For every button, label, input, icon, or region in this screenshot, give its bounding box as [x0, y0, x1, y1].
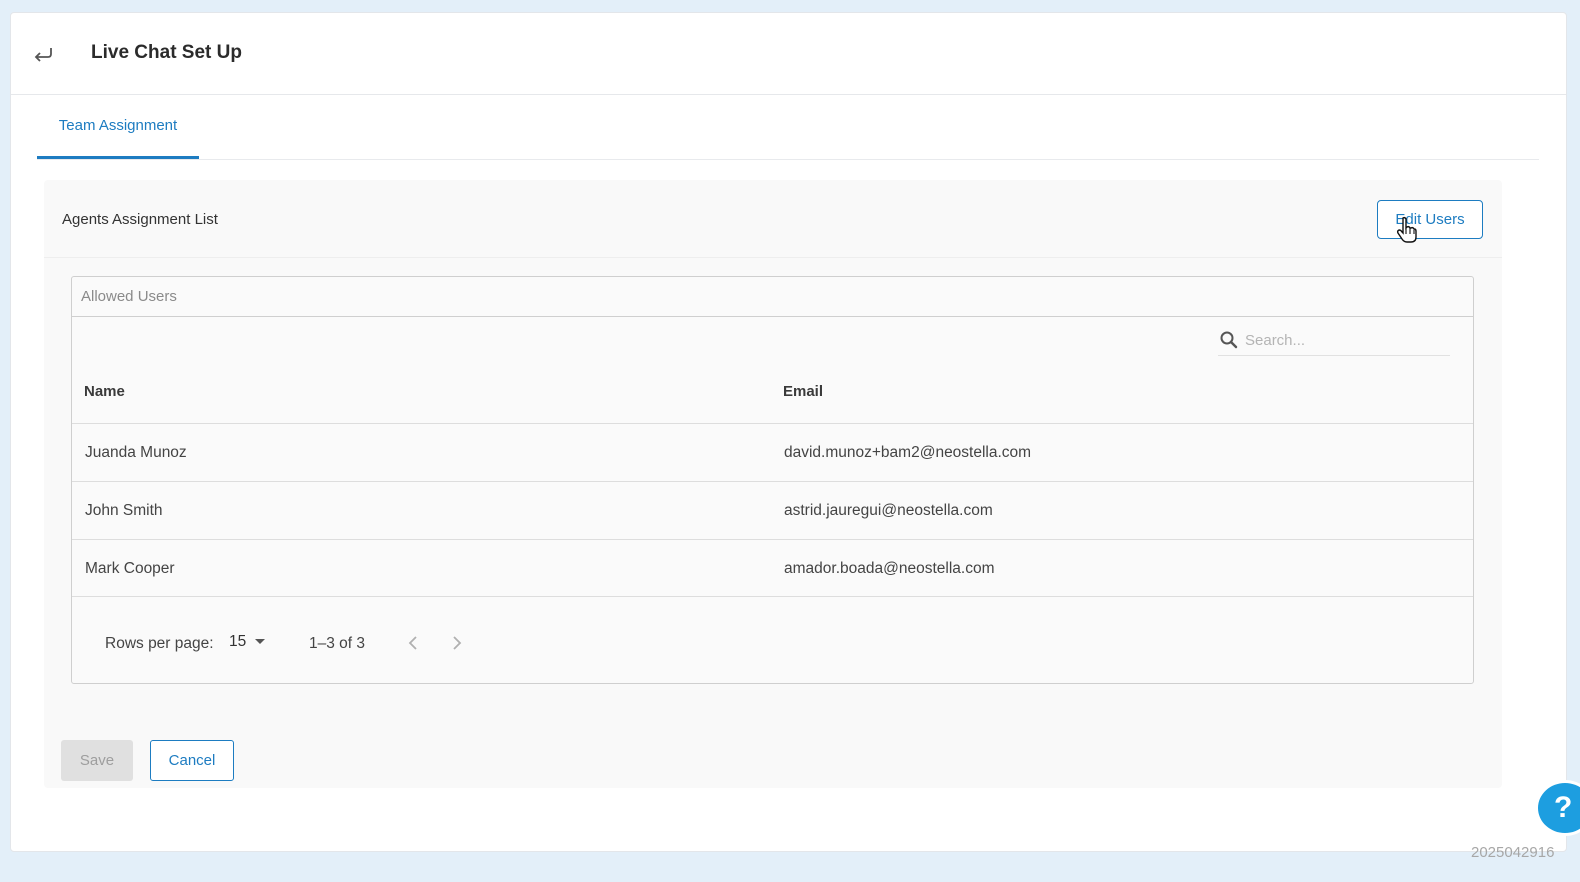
cell-name: Juanda Munoz — [85, 444, 187, 461]
rows-per-page-label: Rows per page: — [105, 635, 214, 652]
table-row[interactable]: Juanda Munoz david.munoz+bam2@neostella.… — [72, 423, 1473, 481]
allowed-users-table: Allowed Users Name Email Juanda Munoz da… — [71, 276, 1474, 684]
return-arrow-icon — [34, 48, 52, 62]
search-input[interactable] — [1245, 331, 1445, 349]
panel-header: Agents Assignment List Edit Users — [44, 180, 1502, 258]
cell-email: david.munoz+bam2@neostella.com — [784, 444, 1032, 461]
cell-name: John Smith — [85, 502, 163, 519]
build-id: 2025042916 — [1471, 844, 1555, 861]
next-page-button[interactable] — [445, 631, 469, 655]
page-header: Live Chat Set Up — [11, 13, 1566, 95]
previous-page-button[interactable] — [401, 631, 425, 655]
tab-bar: Team Assignment — [37, 95, 1539, 160]
hand-cursor-icon — [1396, 216, 1417, 243]
caret-down-icon — [255, 639, 266, 644]
back-button[interactable] — [29, 40, 57, 68]
rows-per-page-value: 15 — [229, 633, 247, 650]
pagination-range: 1–3 of 3 — [309, 635, 366, 652]
pagination: Rows per page: 15 1–3 of 3 — [72, 597, 1473, 685]
page-title: Live Chat Set Up — [91, 42, 242, 63]
panel-title: Agents Assignment List — [62, 211, 218, 228]
allowed-users-title: Allowed Users — [72, 277, 1473, 317]
cell-email: astrid.jauregui@neostella.com — [784, 502, 993, 519]
chevron-left-icon — [408, 636, 417, 650]
cell-name: Mark Cooper — [85, 560, 175, 577]
column-header-email[interactable]: Email — [783, 383, 823, 400]
chevron-right-icon — [453, 636, 462, 650]
cell-email: amador.boada@neostella.com — [784, 560, 995, 577]
rows-per-page-select[interactable]: 15 — [229, 633, 266, 651]
edit-users-button[interactable]: Edit Users — [1377, 200, 1483, 239]
table-body: Juanda Munoz david.munoz+bam2@neostella.… — [72, 423, 1473, 597]
save-button[interactable]: Save — [61, 740, 133, 781]
column-header-name[interactable]: Name — [84, 383, 125, 400]
tab-team-assignment[interactable]: Team Assignment — [37, 95, 199, 159]
table-row[interactable]: Mark Cooper amador.boada@neostella.com — [72, 539, 1473, 597]
search-icon — [1220, 331, 1238, 349]
table-row[interactable]: John Smith astrid.jauregui@neostella.com — [72, 481, 1473, 539]
search-field — [1218, 325, 1450, 356]
agents-assignment-panel: Agents Assignment List Edit Users Allowe… — [44, 180, 1502, 788]
cancel-button[interactable]: Cancel — [150, 740, 234, 781]
